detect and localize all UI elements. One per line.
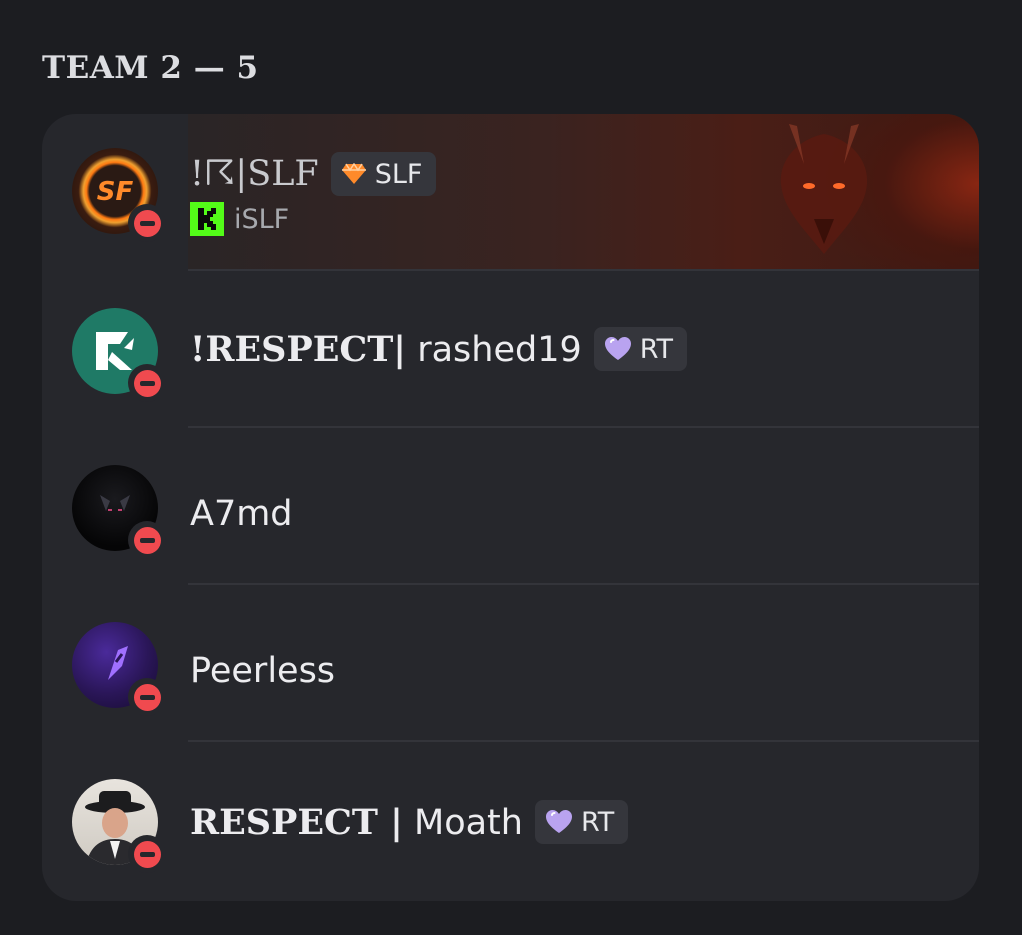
guild-tag[interactable]: RT xyxy=(534,800,629,844)
member-row[interactable]: !RESPECT| rashed19 RT xyxy=(42,271,979,428)
kick-icon xyxy=(190,202,224,236)
member-row[interactable]: A7md xyxy=(42,428,979,585)
member-row[interactable]: Peerless xyxy=(42,585,979,742)
guild-tag-label: RT xyxy=(580,806,615,838)
activity-status: iSLF xyxy=(190,202,289,236)
dnd-status-icon xyxy=(128,521,166,559)
guild-tag-label: RT xyxy=(639,333,674,365)
member-list: SF !☈|SLF SLF iSLF !RESPECT| rashed19 RT… xyxy=(42,114,979,901)
avatar[interactable] xyxy=(72,308,166,402)
dragon-banner-image xyxy=(780,124,868,254)
member-name: A7md xyxy=(190,494,293,534)
member-name-prefix: RESPECT | xyxy=(190,801,403,843)
guild-tag[interactable]: SLF xyxy=(330,152,437,196)
avatar[interactable]: SF xyxy=(72,148,166,242)
member-name: rashed19 xyxy=(417,329,582,370)
orange-gem-icon xyxy=(341,163,366,184)
avatar[interactable] xyxy=(72,465,166,559)
purple-heart-icon xyxy=(545,810,572,833)
dnd-status-icon xyxy=(128,204,166,242)
dnd-status-icon xyxy=(128,364,166,402)
team-section-header: TEAM 2 — 5 xyxy=(42,50,259,86)
dnd-status-icon xyxy=(128,678,166,716)
guild-tag-label: SLF xyxy=(374,158,423,190)
member-name-prefix: !RESPECT| xyxy=(190,328,407,370)
avatar[interactable] xyxy=(72,622,166,716)
dnd-status-icon xyxy=(128,835,166,873)
member-name: Moath xyxy=(414,802,523,843)
purple-heart-icon xyxy=(604,337,631,360)
avatar[interactable] xyxy=(72,779,166,873)
member-row[interactable]: RESPECT | Moath RT xyxy=(42,742,979,899)
member-row[interactable]: SF !☈|SLF SLF iSLF xyxy=(42,114,979,271)
svg-text:SF: SF xyxy=(97,177,134,207)
guild-tag[interactable]: RT xyxy=(593,327,688,371)
member-name: !☈|SLF xyxy=(190,154,319,194)
activity-text: iSLF xyxy=(234,203,290,235)
member-name: Peerless xyxy=(190,651,336,691)
